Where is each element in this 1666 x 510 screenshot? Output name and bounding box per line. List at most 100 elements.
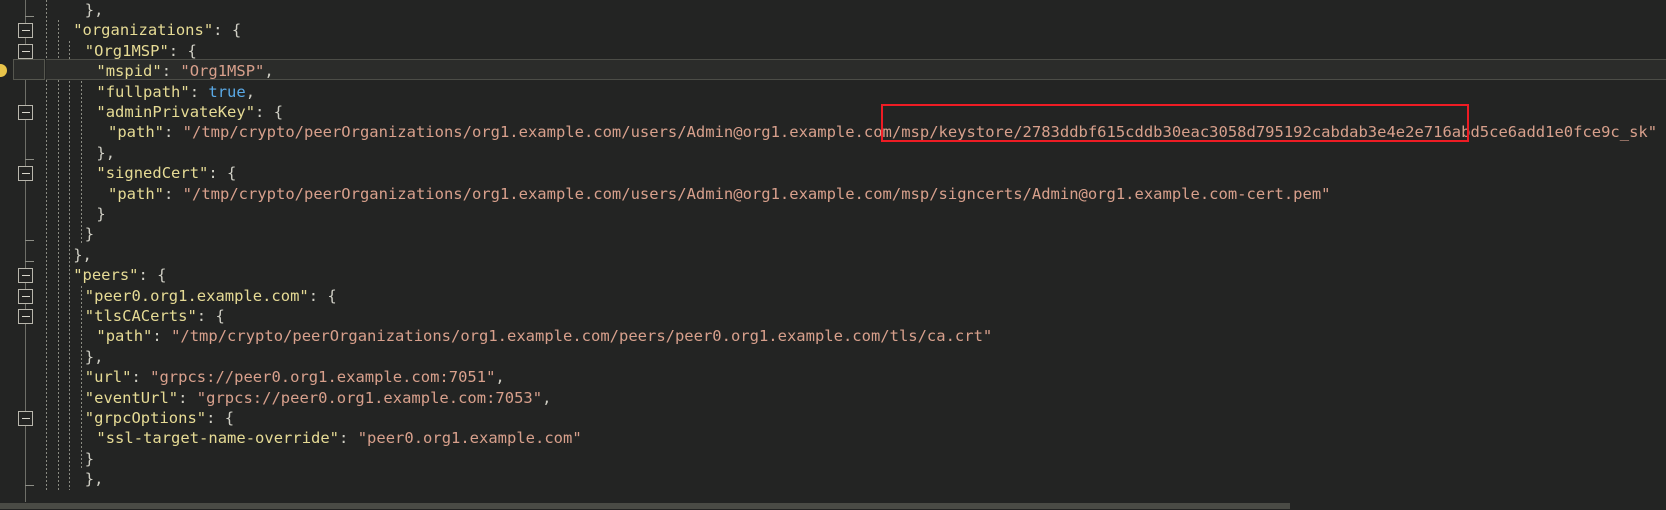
editor-gutter[interactable]: [0, 0, 46, 510]
code-token: :: [189, 82, 209, 101]
fold-region-end-tick: [25, 158, 34, 160]
code-line[interactable]: "Org1MSP": {: [46, 41, 1666, 61]
fold-collapse-icon[interactable]: [18, 309, 33, 324]
code-line[interactable]: "eventUrl": "grpcs://peer0.org1.example.…: [46, 388, 1666, 408]
code-token: "mspid": [96, 62, 162, 81]
code-token: "grpcs://peer0.org1.example.com:7053": [196, 388, 543, 407]
code-token: "/tmp/crypto/peerOrganizations/org1.exam…: [182, 123, 1658, 142]
code-token: "grpcOptions": [84, 409, 207, 427]
code-line[interactable]: "signedCert": {: [46, 163, 1666, 183]
horizontal-scrollbar[interactable]: [0, 502, 1666, 510]
code-token: "/tmp/crypto/peerOrganizations/org1.exam…: [182, 184, 1331, 203]
code-line[interactable]: "peers": {: [46, 265, 1666, 285]
code-line-text: "peer0.org1.example.com": {: [81, 286, 337, 306]
code-token: "Org1MSP": [180, 62, 265, 81]
fold-region-end-tick: [25, 485, 34, 487]
code-token: }: [84, 225, 95, 244]
code-token: : {: [206, 409, 235, 427]
code-token: "tlsCACerts": [84, 307, 197, 325]
code-line-text: "path": "/tmp/crypto/peerOrganizations/o…: [104, 184, 1330, 204]
code-line[interactable]: }: [46, 224, 1666, 244]
code-token: : {: [138, 266, 167, 285]
code-line[interactable]: },: [46, 0, 1666, 20]
code-line-text: }: [92, 204, 105, 224]
code-token: },: [84, 1, 104, 19]
code-line-text: "grpcOptions": {: [81, 408, 234, 428]
code-line-text: "eventUrl": "grpcs://peer0.org1.example.…: [81, 388, 552, 408]
code-token: "peer0.org1.example.com": [84, 286, 309, 305]
code-line-text: "fullpath": true,: [92, 82, 255, 102]
code-line[interactable]: "organizations": {: [46, 20, 1666, 40]
code-line[interactable]: },: [46, 143, 1666, 163]
code-line[interactable]: },: [46, 245, 1666, 265]
code-line-text: "signedCert": {: [92, 163, 236, 183]
code-token: },: [84, 470, 104, 489]
code-line[interactable]: "ssl-target-name-override": "peer0.org1.…: [46, 428, 1666, 448]
code-line[interactable]: "tlsCACerts": {: [46, 306, 1666, 326]
code-line[interactable]: "path": "/tmp/crypto/peerOrganizations/o…: [46, 122, 1666, 142]
fold-collapse-icon[interactable]: [18, 166, 33, 182]
code-line[interactable]: }: [46, 449, 1666, 469]
code-line-text: "path": "/tmp/crypto/peerOrganizations/o…: [104, 122, 1657, 142]
fold-collapse-icon[interactable]: [18, 23, 33, 39]
code-token: "peers": [73, 266, 139, 285]
indent-guide: [81, 61, 82, 245]
code-token: : {: [255, 103, 284, 121]
code-line[interactable]: }: [46, 204, 1666, 224]
fold-collapse-icon[interactable]: [18, 411, 33, 426]
code-line-text: }: [81, 449, 94, 469]
code-line-text: }: [81, 224, 94, 244]
current-line-gutter-box: [13, 59, 45, 80]
code-token: : {: [168, 41, 197, 60]
breakpoint-icon[interactable]: [0, 64, 7, 78]
code-token: : {: [208, 164, 237, 183]
code-line[interactable]: "grpcOptions": {: [46, 408, 1666, 428]
code-token: true: [208, 82, 246, 101]
code-line-text: "adminPrivateKey": {: [92, 102, 283, 122]
code-token: }: [96, 205, 106, 223]
code-token: }: [84, 449, 95, 468]
code-token: "Org1MSP": [84, 41, 169, 60]
code-token: "url": [84, 368, 132, 387]
code-line[interactable]: "adminPrivateKey": {: [46, 102, 1666, 122]
code-line[interactable]: },: [46, 347, 1666, 367]
code-token: :: [131, 368, 151, 387]
code-line-text: },: [81, 347, 104, 367]
indent-guide: [58, 20, 59, 490]
code-token: ,: [264, 62, 274, 81]
fold-collapse-icon[interactable]: [18, 288, 33, 304]
code-line-text: "Org1MSP": {: [81, 41, 197, 61]
code-line[interactable]: "peer0.org1.example.com": {: [46, 286, 1666, 306]
code-token: :: [164, 123, 183, 142]
code-line-text: "path": "/tmp/crypto/peerOrganizations/o…: [92, 326, 992, 346]
fold-region-end-tick: [25, 240, 34, 242]
fold-collapse-icon[interactable]: [18, 105, 33, 120]
code-token: "organizations": [73, 21, 214, 40]
code-line-text: "tlsCACerts": {: [81, 306, 225, 326]
code-token: :: [164, 184, 183, 203]
fold-region-end-tick: [25, 16, 34, 17]
code-line-text: },: [92, 143, 115, 163]
code-line[interactable]: },: [46, 469, 1666, 489]
code-line-text: },: [81, 469, 104, 489]
code-token: },: [73, 245, 92, 264]
code-line-text: "url": "grpcs://peer0.org1.example.com:7…: [81, 367, 505, 387]
code-token: "path": [108, 123, 164, 142]
fold-collapse-icon[interactable]: [18, 43, 33, 59]
code-line-text: },: [81, 0, 104, 20]
code-token: "path": [108, 184, 164, 203]
code-token: : {: [196, 307, 225, 325]
code-line[interactable]: "fullpath": true,: [46, 82, 1666, 102]
code-token: ,: [542, 388, 552, 407]
code-line[interactable]: "path": "/tmp/crypto/peerOrganizations/o…: [46, 184, 1666, 204]
code-token: ,: [245, 82, 256, 101]
code-token: "signedCert": [96, 164, 209, 183]
fold-collapse-icon[interactable]: [18, 268, 33, 284]
code-token: },: [96, 143, 116, 162]
code-token: :: [178, 388, 197, 407]
horizontal-scrollbar-thumb[interactable]: [0, 503, 1290, 509]
code-token: },: [84, 347, 104, 366]
code-line[interactable]: "url": "grpcs://peer0.org1.example.com:7…: [46, 367, 1666, 387]
code-editor[interactable]: }, "organizations": {"Org1MSP": {"mspid":…: [0, 0, 1666, 510]
code-line[interactable]: "path": "/tmp/crypto/peerOrganizations/o…: [46, 326, 1666, 346]
